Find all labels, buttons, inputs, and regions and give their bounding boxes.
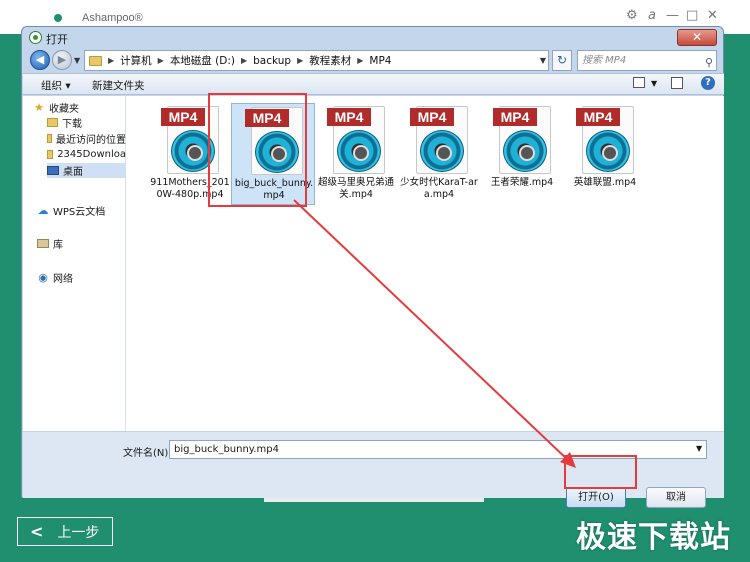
mp4-file-icon: MP4 <box>493 106 553 176</box>
breadcrumb-mp4[interactable]: MP4 <box>369 55 391 67</box>
nav-item-2345downloads[interactable]: 2345Downloa <box>47 147 126 162</box>
view-dropdown-icon[interactable]: ▼ <box>651 79 657 88</box>
chevron-right-icon: ▶ <box>157 56 164 65</box>
cloud-icon: ☁ <box>37 204 49 217</box>
navigation-pane: ★ 收藏夹 下载 最近访问的位置 2345Downloa 桌面 ☁ WPS云文档… <box>23 96 126 431</box>
film-reel-icon <box>420 130 464 172</box>
nav-label: 库 <box>53 240 63 251</box>
dialog-app-icon <box>29 31 42 44</box>
nav-item-favorites[interactable]: ★ 收藏夹 <box>33 100 126 115</box>
folder-icon <box>47 134 52 143</box>
maximize-icon[interactable]: □ <box>686 8 698 23</box>
back-step-button[interactable]: < 上一步 <box>17 517 113 546</box>
file-item[interactable]: MP4 超级马里奥兄弟通关.mp4 <box>314 103 398 205</box>
filename-label: 文件名(N): <box>123 448 172 459</box>
forward-arrow-icon[interactable]: ▶ <box>52 50 72 70</box>
search-icon[interactable]: ⚲ <box>705 53 713 72</box>
app-close-icon[interactable]: ✕ <box>707 8 718 23</box>
history-dropdown-icon[interactable]: ▼ <box>74 56 80 65</box>
dialog-title: 打开 <box>46 33 68 46</box>
app-name: Ashampoo® <box>82 12 143 24</box>
app-logo-icon <box>54 14 62 22</box>
back-arrow-icon[interactable]: ◀ <box>30 50 50 70</box>
nav-item-network[interactable]: ◉ 网络 <box>37 270 126 285</box>
refresh-button[interactable]: ↻ <box>552 50 572 71</box>
nav-item-downloads[interactable]: 下载 <box>47 115 126 130</box>
nav-label: 2345Downloa <box>57 149 126 160</box>
file-type-badge: MP4 <box>327 108 371 126</box>
cancel-button[interactable]: 取消 <box>646 487 706 508</box>
dialog-close-button[interactable]: ✕ <box>677 29 717 46</box>
folder-icon <box>89 55 102 66</box>
watermark: 极速下载站 <box>576 520 731 555</box>
new-folder-button[interactable]: 新建文件夹 <box>92 78 145 93</box>
chevron-left-icon: < <box>30 522 44 541</box>
file-type-badge: MP4 <box>576 108 620 126</box>
file-type-badge: MP4 <box>493 108 537 126</box>
library-icon <box>37 239 49 248</box>
file-name: 王者荣耀.mp4 <box>490 177 554 188</box>
breadcrumb-backup[interactable]: backup <box>253 55 291 67</box>
filename-dropdown-icon[interactable]: ▼ <box>696 444 702 453</box>
file-item[interactable]: MP4 少女时代KaraT-ara.mp4 <box>397 103 481 205</box>
film-reel-icon <box>503 130 547 172</box>
star-icon: ★ <box>34 101 44 114</box>
view-options-icon[interactable] <box>633 77 645 88</box>
file-name: 超级马里奥兄弟通关.mp4 <box>317 177 394 200</box>
nav-label: 网络 <box>53 274 73 285</box>
breadcrumb-local-disk[interactable]: 本地磁盘 (D:) <box>170 53 235 68</box>
file-type-badge: MP4 <box>410 108 454 126</box>
preview-pane-icon[interactable] <box>671 77 683 89</box>
nav-label: 最近访问的位置 <box>56 135 126 146</box>
file-name: 英雄联盟.mp4 <box>573 177 637 188</box>
mp4-file-icon: MP4 <box>576 106 636 176</box>
highlight-open-button <box>564 455 637 489</box>
film-reel-icon <box>586 130 630 172</box>
folder-icon <box>47 118 58 127</box>
file-item[interactable]: MP4 英雄联盟.mp4 <box>563 103 647 205</box>
back-step-label: 上一步 <box>57 524 100 541</box>
file-item[interactable]: MP4 王者荣耀.mp4 <box>480 103 564 205</box>
open-file-dialog: 打开 ✕ ◀ ▶ ▼ ▶ 计算机 ▶ 本地磁盘 (D:) ▶ backup ▶ … <box>21 26 724 508</box>
organize-menu[interactable]: 组织 ▾ <box>41 78 71 93</box>
search-input[interactable]: 搜索 MP4 ⚲ <box>577 50 717 71</box>
chevron-right-icon: ▶ <box>357 56 364 65</box>
nav-label: 收藏夹 <box>49 104 79 115</box>
font-icon[interactable]: a <box>648 8 656 23</box>
highlight-selected-file <box>208 93 307 207</box>
mp4-file-icon: MP4 <box>410 106 470 176</box>
network-icon: ◉ <box>38 271 48 284</box>
open-button[interactable]: 打开(O) <box>566 487 626 508</box>
address-bar[interactable]: ▶ 计算机 ▶ 本地磁盘 (D:) ▶ backup ▶ 教程素材 ▶ MP4 <box>84 50 549 71</box>
help-icon[interactable]: ? <box>701 76 715 90</box>
nav-label: 桌面 <box>63 167 83 178</box>
nav-item-recent[interactable]: 最近访问的位置 <box>47 131 126 146</box>
navigation-row: ◀ ▶ ▼ ▶ 计算机 ▶ 本地磁盘 (D:) ▶ backup ▶ 教程素材 … <box>28 50 718 72</box>
file-name: 少女时代KaraT-ara.mp4 <box>400 177 478 200</box>
file-type-badge: MP4 <box>161 108 205 126</box>
breadcrumb-tutorial[interactable]: 教程素材 <box>309 53 351 68</box>
desktop-icon <box>47 166 59 175</box>
address-dropdown-icon[interactable]: ▼ <box>536 50 550 71</box>
dialog-title-bar: 打开 ✕ <box>22 27 723 49</box>
nav-item-desktop[interactable]: 桌面 <box>47 163 126 178</box>
mp4-file-icon: MP4 <box>327 106 387 176</box>
chevron-right-icon: ▶ <box>108 56 115 65</box>
chevron-right-icon: ▶ <box>297 56 304 65</box>
nav-item-wps-cloud[interactable]: ☁ WPS云文档 <box>37 203 126 218</box>
chevron-right-icon: ▶ <box>240 56 248 65</box>
nav-label: WPS云文档 <box>53 207 106 218</box>
breadcrumb-computer[interactable]: 计算机 <box>120 53 152 68</box>
nav-label: 下载 <box>62 119 82 130</box>
search-placeholder: 搜索 MP4 <box>582 55 627 66</box>
folder-icon <box>47 150 54 159</box>
nav-item-library[interactable]: 库 <box>37 236 126 251</box>
minimize-icon[interactable]: — <box>666 8 679 23</box>
command-bar: 组织 ▾ 新建文件夹 ▼ ? <box>23 73 724 95</box>
film-reel-icon <box>337 130 381 172</box>
settings-icon[interactable]: ⚙ <box>626 8 638 23</box>
